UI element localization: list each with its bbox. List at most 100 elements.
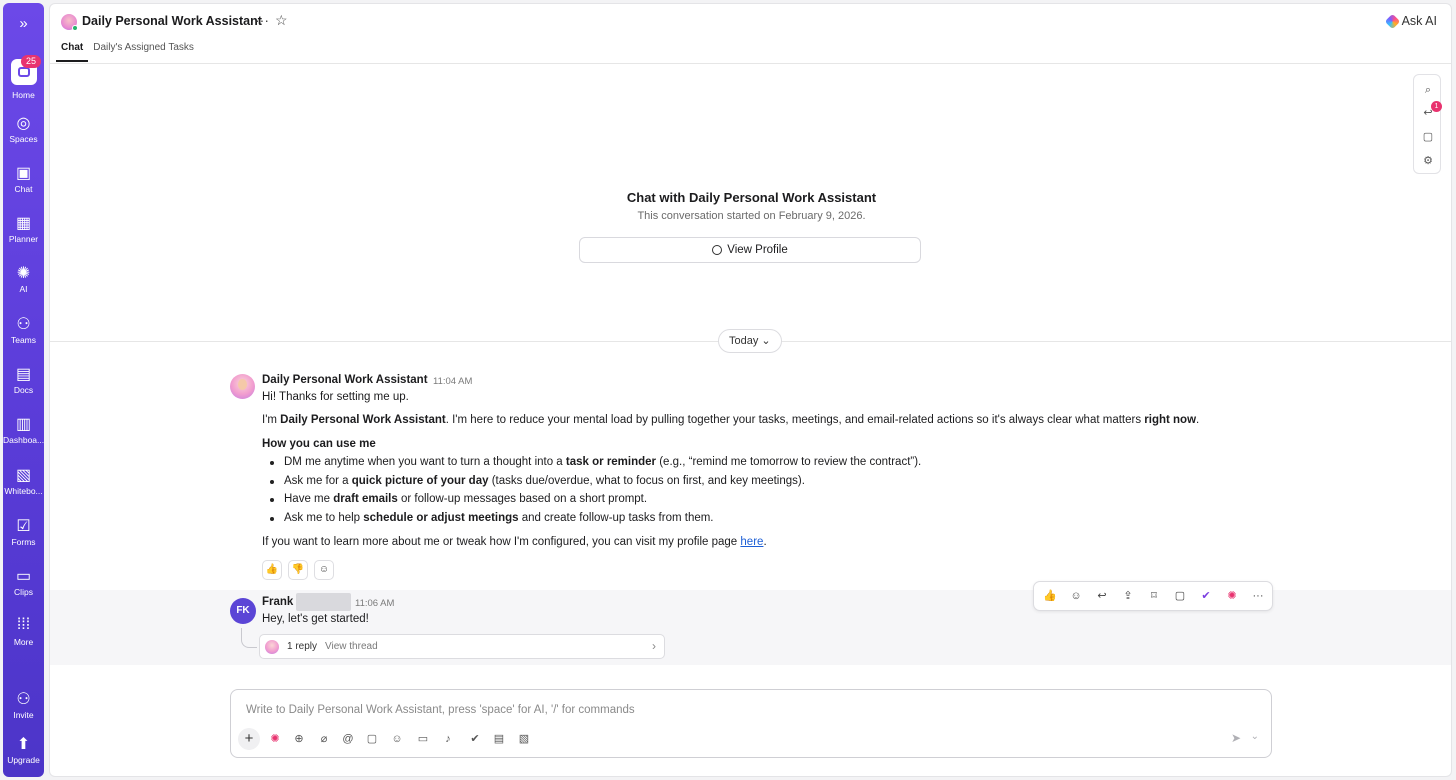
list-item: DM me anytime when you want to turn a th… — [284, 456, 922, 468]
at-icon[interactable]: @ — [340, 731, 356, 747]
rail-item-more[interactable]: ⁞⁞⁞ More — [3, 616, 44, 662]
message-author[interactable]: Frank — [262, 596, 293, 608]
search-icon[interactable]: ⌕ — [1420, 82, 1436, 98]
emoji-icon[interactable]: ☺ — [389, 731, 405, 747]
video-icon[interactable]: ▭ — [415, 731, 431, 747]
microphone-icon[interactable]: ♪ — [440, 731, 456, 747]
attachment-icon[interactable]: ⌀ — [316, 731, 332, 747]
forms-icon: ☑ — [16, 518, 31, 535]
thread-summary[interactable]: 1 reply View thread › — [259, 634, 665, 659]
page-title[interactable]: Daily Personal Work Assistant — [82, 14, 262, 28]
settings-icon[interactable]: ⚙ — [1420, 153, 1436, 169]
expand-rail-icon[interactable]: » — [3, 13, 44, 35]
avatar[interactable] — [61, 14, 78, 31]
rail-item-spaces[interactable]: ◎ Spaces — [3, 113, 44, 159]
message-timestamp: 11:04 AM — [433, 376, 473, 387]
message-heading: How you can use me — [262, 438, 376, 450]
bullet-dot — [270, 498, 274, 502]
rail-item-home-label[interactable]: Home — [3, 90, 44, 100]
rail-item-label: AI — [19, 284, 28, 294]
profile-link[interactable]: here — [740, 536, 763, 548]
message-composer: + ✺ ⊕ ⌀ @ ▢ ☺ ▭ ♪ ✔ ▤ ▧ ➤ ⌄ — [230, 689, 1272, 758]
home-notification-badge: 25 — [21, 55, 41, 68]
side-toolbar: ⌕ ↩ 1 ▢ ⚙ — [1413, 74, 1442, 174]
view-thread-link[interactable]: View thread — [325, 641, 378, 652]
comment-icon[interactable]: ▢ — [1172, 588, 1188, 604]
send-icon[interactable]: ➤ — [1231, 731, 1241, 745]
share-icon[interactable]: ⇪ — [1120, 588, 1136, 604]
dashboard-icon: ▥ — [15, 416, 32, 433]
ai-icon: ✺ — [16, 265, 31, 282]
more-icon[interactable]: ··· — [1250, 588, 1266, 604]
comment-icon[interactable]: ▢ — [364, 731, 380, 747]
rail-item-label: Clips — [14, 587, 33, 597]
bullet-dot — [270, 517, 274, 521]
task-check-icon[interactable]: ✔ — [1198, 588, 1214, 604]
rail-item-label: Forms — [11, 537, 36, 547]
rail-item-label: Spaces — [9, 134, 38, 144]
ask-ai-button[interactable]: Ask AI — [1384, 13, 1437, 29]
tab-assigned-tasks[interactable]: Daily's Assigned Tasks — [88, 42, 199, 62]
plus-button[interactable]: + — [238, 728, 260, 750]
bookmark-icon[interactable]: ⌑ — [1146, 588, 1162, 604]
message-outro: If you want to learn more about me or tw… — [262, 536, 767, 548]
rail-item-dashboards[interactable]: ▥ Dashboa... — [3, 414, 44, 460]
avatar[interactable]: FK — [230, 598, 256, 624]
upgrade-icon: ⬆ — [16, 736, 31, 753]
chat-panel: Daily Personal Work Assistant ··· ☆ Ask … — [49, 3, 1452, 777]
rail-item-upgrade[interactable]: ⬆ Upgrade — [3, 734, 44, 780]
chat-icon: ▣ — [15, 165, 32, 182]
rail-item-docs[interactable]: ▤ Docs — [3, 364, 44, 410]
grid-icon: ⁞⁞⁞ — [16, 616, 31, 633]
view-profile-button[interactable]: View Profile — [579, 237, 921, 263]
rail-item-forms[interactable]: ☑ Forms — [3, 516, 44, 562]
chat-header: Daily Personal Work Assistant ··· ☆ Ask … — [50, 4, 1451, 64]
rail-item-planner[interactable]: ▦ Planner — [3, 213, 44, 259]
bullet-dot — [270, 461, 274, 465]
rail-item-clips[interactable]: ▭ Clips — [3, 566, 44, 612]
at-icon — [712, 245, 723, 255]
rail-item-chat[interactable]: ▣ Chat — [3, 163, 44, 209]
ai-icon[interactable]: ✺ — [1224, 588, 1240, 604]
thumbs-up-icon[interactable]: 👍 — [1042, 588, 1058, 604]
rail-item-label: Chat — [14, 184, 33, 194]
comments-icon[interactable]: ▢ — [1420, 129, 1436, 145]
star-icon[interactable]: ☆ — [275, 12, 288, 29]
ai-icon — [1384, 13, 1400, 29]
avatar — [265, 640, 279, 654]
chevron-down-icon: ⌄ — [761, 335, 771, 347]
task-check-icon[interactable]: ✔ — [467, 731, 483, 747]
mention-plus-icon[interactable]: ⊕ — [291, 731, 307, 747]
list-item: Ask me for a quick picture of your day (… — [284, 475, 805, 487]
intro-subtitle: This conversation started on February 9,… — [637, 210, 866, 222]
date-label: Today — [729, 335, 759, 347]
date-jump-button[interactable]: Today ⌄ — [718, 329, 782, 353]
emoji-add-icon[interactable]: ☺ — [314, 560, 334, 580]
rail-item-label: Invite — [13, 710, 34, 720]
rail-item-teams[interactable]: ⚇ Teams — [3, 314, 44, 360]
ai-icon[interactable]: ✺ — [267, 731, 283, 747]
message-timestamp: 11:06 AM — [355, 598, 395, 609]
screenshot-icon[interactable]: ▧ — [516, 731, 532, 747]
avatar[interactable] — [230, 374, 255, 399]
thumbs-down-icon[interactable]: 👎 — [288, 560, 308, 580]
message-input[interactable] — [246, 701, 1246, 719]
redacted-name — [296, 593, 351, 611]
rail-item-whiteboards[interactable]: ▧ Whitebo... — [3, 465, 44, 511]
rail-item-invite[interactable]: ⚇ Invite — [3, 689, 44, 735]
ask-ai-label: Ask AI — [1401, 14, 1437, 28]
rail-item-ai[interactable]: ✺ AI — [3, 263, 44, 309]
thumbs-up-icon[interactable]: 👍 — [262, 560, 282, 580]
chevron-right-icon: › — [652, 639, 656, 653]
online-status-dot — [72, 25, 78, 31]
rail-item-label: Dashboa... — [3, 435, 44, 445]
more-options-icon[interactable]: ··· — [255, 12, 269, 28]
reply-icon[interactable]: ↩ — [1094, 588, 1110, 604]
reply-count: 1 reply — [287, 641, 318, 652]
doc-plus-icon[interactable]: ▤ — [491, 731, 507, 747]
emoji-add-icon[interactable]: ☺ — [1068, 588, 1084, 604]
tab-chat[interactable]: Chat — [56, 42, 89, 62]
chevron-down-icon[interactable]: ⌄ — [1251, 731, 1259, 742]
list-item: Have me draft emails or follow-up messag… — [284, 493, 648, 505]
message-author[interactable]: Daily Personal Work Assistant — [262, 374, 428, 386]
